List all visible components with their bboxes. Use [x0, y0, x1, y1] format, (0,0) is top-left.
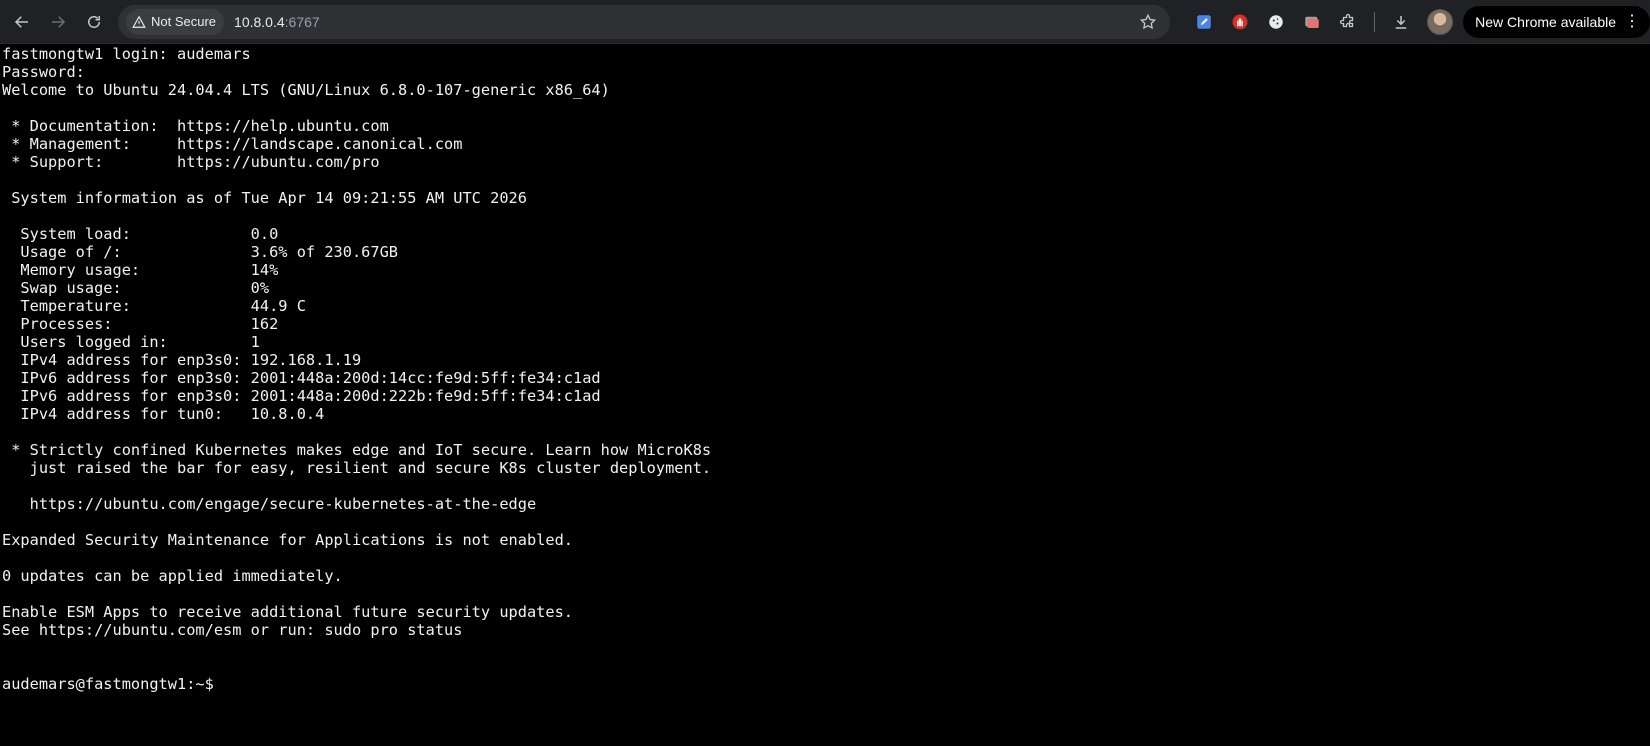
terminal-line: System information as of Tue Apr 14 09:2…: [2, 189, 527, 207]
forward-button[interactable]: [40, 4, 76, 40]
extension-gallery-button[interactable]: [1296, 6, 1328, 38]
extension-cookie-button[interactable]: [1260, 6, 1292, 38]
terminal-output[interactable]: fastmongtw1 login: audemars Password: Welc…: [0, 45, 1650, 746]
url-port: :6767: [284, 13, 320, 30]
url-host: 10.8.0.4: [234, 13, 285, 30]
terminal-line: System load: 0.0: [2, 225, 279, 243]
security-label: Not Secure: [151, 14, 217, 29]
reload-button[interactable]: [76, 4, 112, 40]
terminal-line: Temperature: 44.9 C: [2, 297, 306, 315]
terminal-line: Password:: [2, 63, 85, 81]
terminal-line: Memory usage: 14%: [2, 261, 279, 279]
hand-stop-icon: [1232, 14, 1248, 29]
site-info-chip[interactable]: Not Secure: [126, 8, 225, 35]
extensions-button[interactable]: [1332, 6, 1364, 38]
terminal-line: fastmongtw1 login: audemars: [2, 45, 251, 63]
shell-prompt: audemars@fastmongtw1:~$: [2, 675, 214, 693]
terminal-line: * Documentation: https://help.ubuntu.com: [2, 117, 389, 135]
update-chrome-button[interactable]: New Chrome available ⋮: [1463, 5, 1650, 38]
terminal-line: Users logged in: 1: [2, 333, 260, 351]
terminal-line: See https://ubuntu.com/esm or run: sudo …: [2, 621, 463, 639]
terminal-line: IPv4 address for enp3s0: 192.168.1.19: [2, 351, 362, 369]
terminal-line: IPv4 address for tun0: 10.8.0.4: [2, 405, 325, 423]
downloads-button[interactable]: [1385, 6, 1417, 38]
edit-note-icon: [1197, 14, 1211, 29]
terminal-line: just raised the bar for easy, resilient …: [2, 459, 712, 477]
terminal-line: https://ubuntu.com/engage/secure-kuberne…: [2, 495, 537, 513]
terminal-line: Expanded Security Maintenance for Applic…: [2, 531, 573, 549]
cookie-icon: [1269, 14, 1283, 29]
browser-toolbar: Not Secure 10.8.0.4:6767 New Chrome avai…: [0, 0, 1650, 44]
bookmark-button[interactable]: [1134, 8, 1162, 36]
terminal-line: Processes: 162: [2, 315, 279, 333]
extension-notes-button[interactable]: [1188, 6, 1220, 38]
terminal-line: Welcome to Ubuntu 24.04.4 LTS (GNU/Linux…: [2, 81, 610, 99]
toolbar-divider: [1374, 11, 1376, 32]
terminal-line: * Management: https://landscape.canonica…: [2, 135, 463, 153]
extensions-area: New Chrome available ⋮: [1182, 5, 1650, 38]
terminal-line: * Strictly confined Kubernetes makes edg…: [2, 441, 712, 459]
reload-icon: [88, 15, 100, 28]
back-arrow-icon: [14, 15, 28, 28]
terminal-line: Enable ESM Apps to receive additional fu…: [2, 603, 573, 621]
terminal-line: Usage of /: 3.6% of 230.67GB: [2, 243, 399, 261]
terminal-line: IPv6 address for enp3s0: 2001:448a:200d:…: [2, 369, 601, 387]
address-bar[interactable]: Not Secure 10.8.0.4:6767: [118, 4, 1171, 39]
gallery-icon: [1305, 16, 1319, 28]
warning-triangle-icon: [132, 15, 146, 28]
back-button[interactable]: [4, 4, 40, 40]
forward-arrow-icon: [52, 15, 66, 28]
star-icon: [1140, 13, 1157, 29]
puzzle-icon: [1340, 13, 1354, 27]
update-chrome-label: New Chrome available: [1475, 13, 1616, 30]
profile-avatar[interactable]: [1427, 8, 1454, 35]
url-text[interactable]: 10.8.0.4:6767: [234, 14, 1134, 30]
terminal-line: 0 updates can be applied immediately.: [2, 567, 343, 585]
more-menu-icon: ⋮: [1624, 12, 1640, 30]
terminal-line: Swap usage: 0%: [2, 279, 270, 297]
download-icon: [1395, 15, 1407, 29]
extension-hand-button[interactable]: [1224, 6, 1256, 38]
terminal-line: * Support: https://ubuntu.com/pro: [2, 153, 380, 171]
terminal-line: IPv6 address for enp3s0: 2001:448a:200d:…: [2, 387, 601, 405]
